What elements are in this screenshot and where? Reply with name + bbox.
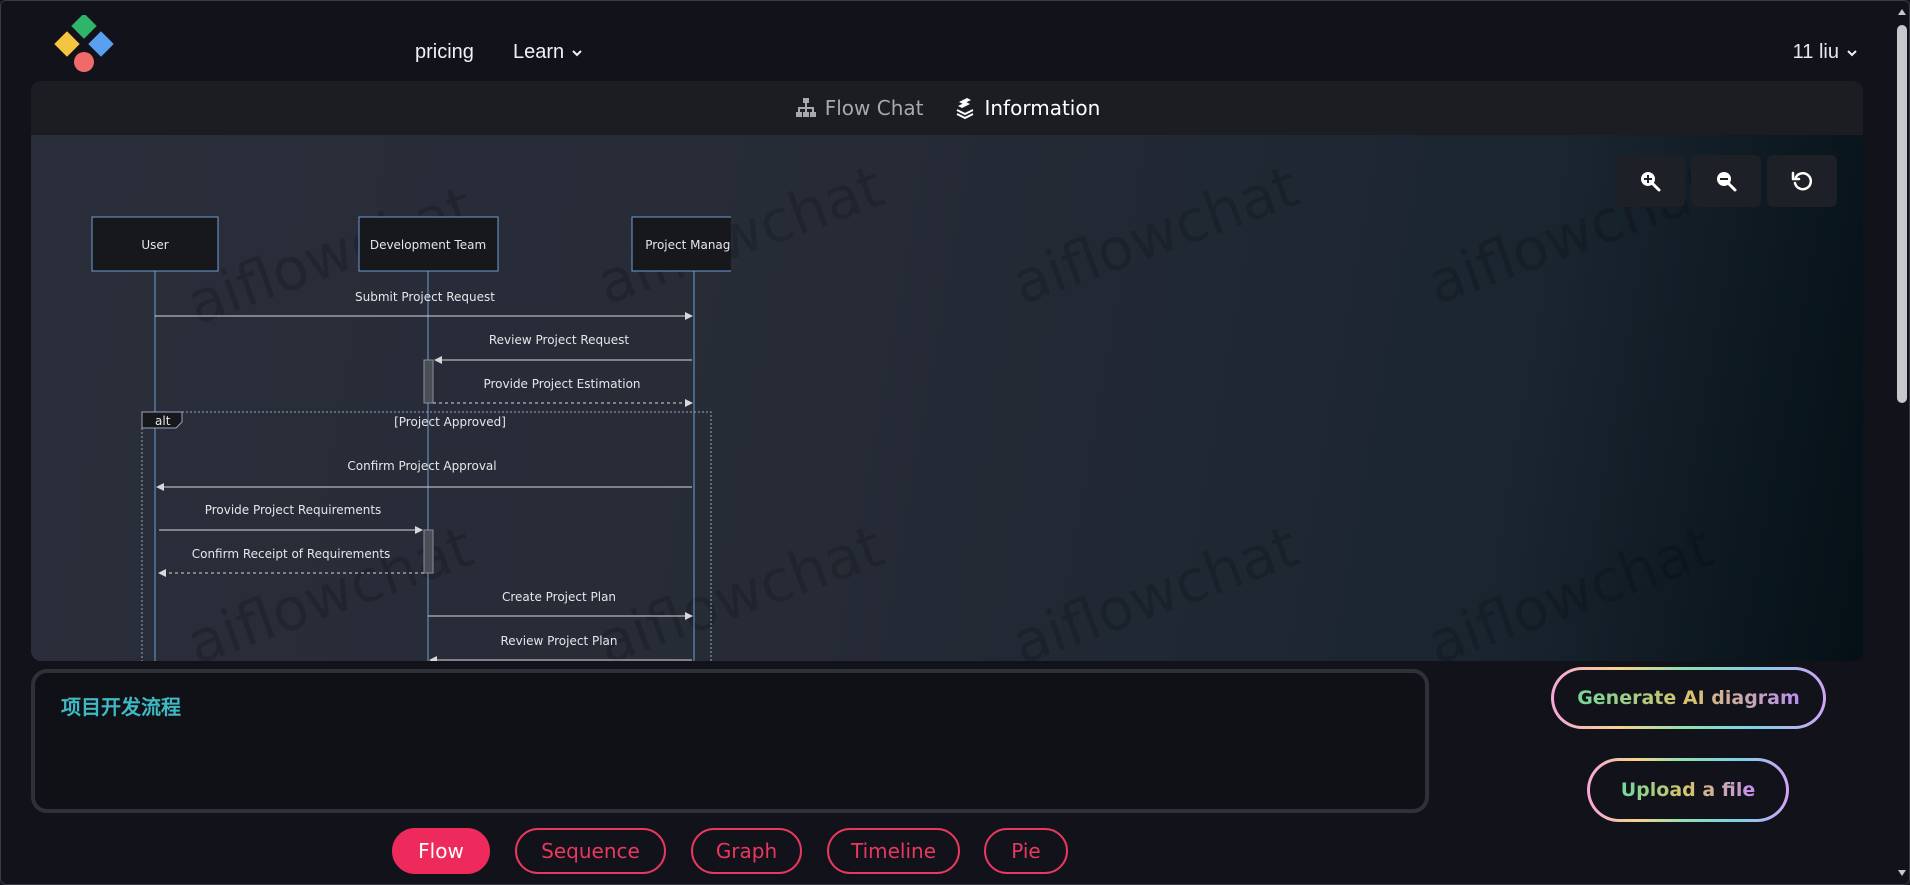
reset-icon [1791,171,1813,191]
activation-bar [423,359,434,404]
zoom-out-button[interactable] [1691,155,1761,207]
layers-icon [957,98,974,120]
nav-pricing-link[interactable]: pricing [415,41,474,64]
watermark: aiflowchat [1418,512,1722,661]
participant-development-team: Development Team [358,216,499,272]
watermark: aiflowchat [1003,512,1307,661]
chevron-down-icon [572,49,582,56]
page-scrollbar[interactable] [1897,25,1907,403]
message-label: Provide Project Requirements [205,503,382,517]
prompt-text[interactable]: 项目开发流程 [61,691,181,720]
reset-zoom-button[interactable] [1767,155,1837,207]
tab-flow-chat[interactable]: Flow Chat [794,96,924,120]
scroll-down-arrow[interactable] [1898,870,1906,876]
prompt-input[interactable]: 项目开发流程 [31,669,1429,813]
nav-learn-label: Learn [513,41,565,63]
svg-text:Development Team: Development Team [370,238,486,252]
upload-file-button[interactable]: Upload a file [1587,758,1789,822]
type-sequence-chip[interactable]: Sequence [515,828,666,874]
diagram-panel: Flow Chat Information aiflowchat aiflowc… [31,81,1863,661]
message-label: Review Project Request [489,333,630,347]
message-label: Review Project Plan [500,634,617,648]
alt-label: alt [155,414,171,428]
logo-icon[interactable] [53,15,119,73]
tab-flow-chat-label: Flow Chat [824,96,924,120]
participant-project-manager: Project Manager [631,216,731,272]
scroll-up-arrow[interactable] [1898,9,1906,15]
activation-bar [423,529,434,574]
sequence-diagram[interactable]: User Development Team Project Manager al… [31,135,731,661]
chevron-down-icon [1847,49,1857,56]
participant-user: User [91,216,219,272]
type-graph-chip[interactable]: Graph [691,828,802,874]
zoom-in-button[interactable] [1615,155,1685,207]
message-label: Create Project Plan [502,590,616,604]
upload-label: Upload a file [1620,779,1756,801]
type-timeline-chip[interactable]: Timeline [827,828,960,874]
nav-learn-menu[interactable]: Learn [513,41,584,64]
app-window: pricing Learn 11 liu Flow Chat Informati… [0,0,1910,885]
zoom-out-icon [1717,172,1737,192]
generate-ai-diagram-button[interactable]: Generate AI diagram [1551,667,1826,729]
message-label: Confirm Receipt of Requirements [192,547,391,561]
view-tabbar: Flow Chat Information [31,81,1863,135]
type-flow-chip[interactable]: Flow [392,828,490,874]
tab-information[interactable]: Information [953,96,1100,120]
type-pie-chip[interactable]: Pie [984,828,1068,874]
svg-text:Project Manager: Project Manager [645,238,731,252]
generate-label: Generate AI diagram [1577,687,1800,709]
message-label: Confirm Project Approval [347,459,496,473]
alt-condition: [Project Approved] [394,415,506,429]
message-label: Provide Project Estimation [483,377,640,391]
user-name: 11 liu [1792,41,1839,63]
svg-text:User: User [141,238,168,252]
user-menu[interactable]: 11 liu [1793,41,1859,64]
zoom-in-icon [1641,172,1661,192]
watermark: aiflowchat [1003,152,1307,318]
sitemap-icon [795,98,816,117]
message-label: Submit Project Request [355,290,495,304]
tab-information-label: Information [984,96,1101,120]
